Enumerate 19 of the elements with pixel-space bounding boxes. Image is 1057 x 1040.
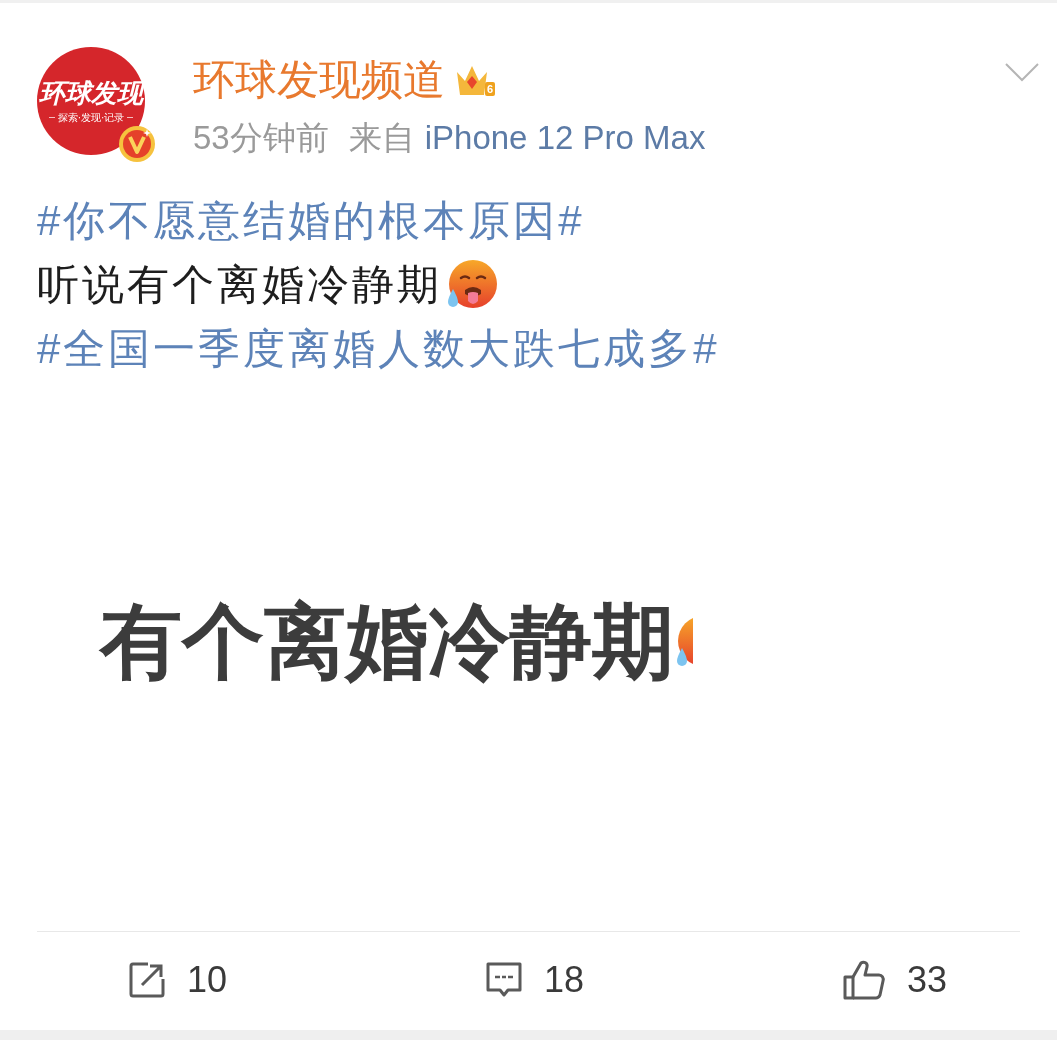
repost-button[interactable]: 10 [128, 950, 228, 1010]
hashtag-link[interactable]: #全国一季度离婚人数大跌七成多# [37, 324, 720, 374]
chevron-down-icon[interactable] [1004, 62, 1040, 82]
share-icon [128, 961, 166, 999]
avatar-logo-text: 环球发现 [39, 79, 143, 106]
member-level-badge: 6 [485, 82, 496, 96]
source-prefix: 来自 [348, 119, 415, 157]
post-time: 53分钟前 [193, 119, 329, 157]
comment-icon [485, 961, 523, 999]
source-link[interactable]: iPhone 12 Pro Max [424, 119, 706, 157]
thumbs-up-icon [842, 959, 886, 1001]
like-button[interactable]: 33 [842, 950, 948, 1010]
avatar[interactable]: 环球发现 探索·发现·记录 [37, 47, 145, 155]
author-name[interactable]: 环球发现频道 [193, 57, 445, 103]
comment-button[interactable]: 18 [485, 950, 585, 1010]
image-text: 有个离婚冷静期 [100, 595, 674, 689]
hashtag-link[interactable]: #你不愿意结婚的根本原因# [37, 196, 585, 246]
post-text: 听说有个离婚冷静期 [37, 260, 442, 310]
avatar-slogan-text: 探索·发现·记录 [57, 112, 125, 123]
